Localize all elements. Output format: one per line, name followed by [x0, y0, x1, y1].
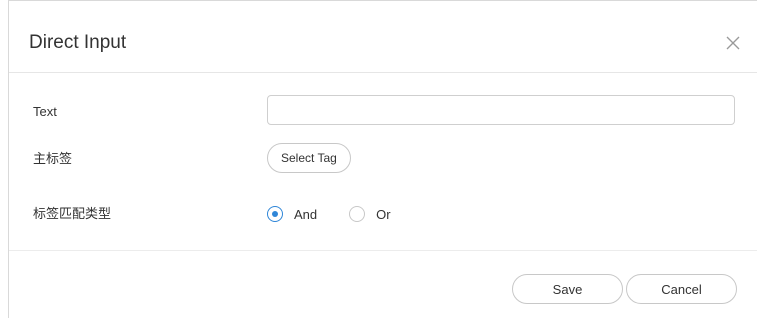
dialog-header: Direct Input [9, 1, 757, 73]
text-input[interactable] [267, 95, 735, 125]
close-icon-glyph [726, 36, 740, 50]
match-type-label: 标签匹配类型 [33, 206, 112, 221]
match-type-row: 标签匹配类型 And Or [9, 197, 757, 231]
direct-input-dialog: Direct Input Text 主标签 Select Tag 标签匹配类型 … [8, 0, 757, 318]
match-type-radio-group: And Or [267, 197, 423, 231]
radio-or-circle[interactable] [349, 206, 366, 222]
cancel-button[interactable]: Cancel [626, 274, 737, 304]
match-type-or-option[interactable]: Or [349, 206, 391, 222]
save-button[interactable]: Save [512, 274, 623, 304]
text-label: Text [33, 104, 57, 119]
radio-and-circle[interactable] [267, 206, 283, 222]
footer-divider [9, 250, 757, 251]
text-row: Text [9, 95, 757, 129]
radio-or-label: Or [376, 206, 391, 222]
dialog-title: Direct Input [29, 32, 127, 53]
select-tag-button[interactable]: Select Tag [267, 143, 351, 173]
radio-and-label: And [294, 206, 318, 222]
match-type-and-option[interactable]: And [267, 206, 317, 222]
close-icon[interactable] [725, 35, 741, 51]
main-tag-row: 主标签 Select Tag [9, 142, 757, 176]
main-tag-label: 主标签 [33, 151, 73, 166]
